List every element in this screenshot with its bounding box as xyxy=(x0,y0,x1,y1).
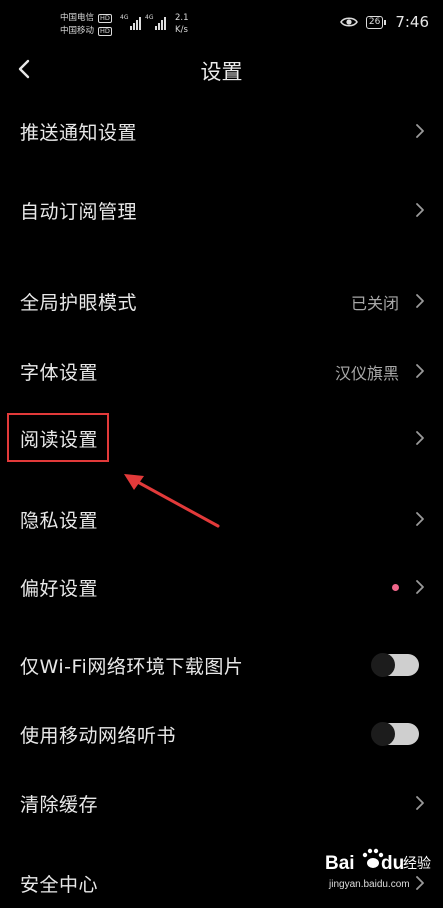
annotation-arrow-icon xyxy=(124,474,220,528)
row-push-notification-settings[interactable]: 推送通知设置 xyxy=(0,106,443,156)
row-mobile-network-audio: 使用移动网络听书 xyxy=(0,709,443,759)
row-label: 推送通知设置 xyxy=(20,122,138,144)
speed-unit: K/s xyxy=(175,25,188,35)
chevron-right-icon xyxy=(416,294,424,308)
row-preference-settings[interactable]: 偏好设置 xyxy=(0,562,443,612)
hd-badge: HD xyxy=(98,27,112,36)
status-bar: 中国电信 HD 中国移动 HD 4G 4G 2.1 K/s 26 7:46 xyxy=(0,0,443,48)
network-type-1: 4G xyxy=(120,14,129,21)
watermark-url: jingyan.baidu.com xyxy=(328,879,410,890)
row-label: 使用移动网络听书 xyxy=(20,725,177,747)
row-label: 仅Wi-Fi网络环境下载图片 xyxy=(20,656,244,678)
chevron-right-icon xyxy=(416,431,424,445)
row-font-settings[interactable]: 字体设置 汉仪旗黑 xyxy=(0,346,443,396)
carrier-2-name: 中国移动 xyxy=(60,26,95,36)
chevron-right-icon xyxy=(416,124,424,138)
row-label: 自动订阅管理 xyxy=(20,201,138,223)
wifi-only-images-toggle[interactable] xyxy=(371,653,419,677)
chevron-right-icon xyxy=(416,796,424,810)
row-clear-cache[interactable]: 清除缓存 xyxy=(0,778,443,828)
row-label: 隐私设置 xyxy=(20,510,99,532)
carrier-1-name: 中国电信 xyxy=(60,13,95,23)
mobile-network-audio-toggle[interactable] xyxy=(371,722,419,746)
row-eye-protection-mode[interactable]: 全局护眼模式 已关闭 xyxy=(0,276,443,326)
new-badge-dot xyxy=(392,584,399,591)
signal-2-icon: 4G xyxy=(145,14,167,30)
chevron-right-icon xyxy=(416,512,424,526)
network-speed: 2.1 K/s xyxy=(175,12,189,36)
battery-icon: 26 xyxy=(365,15,387,29)
watermark-brand: Bai xyxy=(325,853,355,874)
chevron-right-icon xyxy=(416,203,424,217)
page-title: 设置 xyxy=(200,60,243,84)
highlight-box xyxy=(7,413,109,462)
eye-comfort-icon xyxy=(339,17,358,27)
chevron-right-icon xyxy=(416,580,424,594)
row-label: 偏好设置 xyxy=(20,578,99,600)
speed-value: 2.1 xyxy=(175,13,189,23)
row-label: 全局护眼模式 xyxy=(20,292,138,314)
row-label: 清除缓存 xyxy=(20,794,99,816)
baidu-watermark-logo: Bai du 经验 jingyan.baidu.com xyxy=(325,848,431,890)
signal-1-icon: 4G xyxy=(120,14,142,30)
row-auto-subscription[interactable]: 自动订阅管理 xyxy=(0,185,443,235)
watermark-suffix: 经验 xyxy=(403,856,431,872)
row-value: 汉仪旗黑 xyxy=(334,364,399,383)
row-wifi-only-images: 仅Wi-Fi网络环境下载图片 xyxy=(0,640,443,690)
watermark-brand-2: du xyxy=(381,853,404,874)
row-label: 字体设置 xyxy=(20,362,99,384)
row-value: 已关闭 xyxy=(350,294,399,313)
header: 设置 xyxy=(0,48,443,92)
chevron-right-icon xyxy=(416,364,424,378)
hd-badge: HD xyxy=(98,14,112,23)
row-label: 安全中心 xyxy=(20,874,99,896)
clock: 7:46 xyxy=(395,13,429,31)
carrier-info: 中国电信 HD 中国移动 HD xyxy=(60,12,112,38)
network-type-2: 4G xyxy=(145,14,154,21)
